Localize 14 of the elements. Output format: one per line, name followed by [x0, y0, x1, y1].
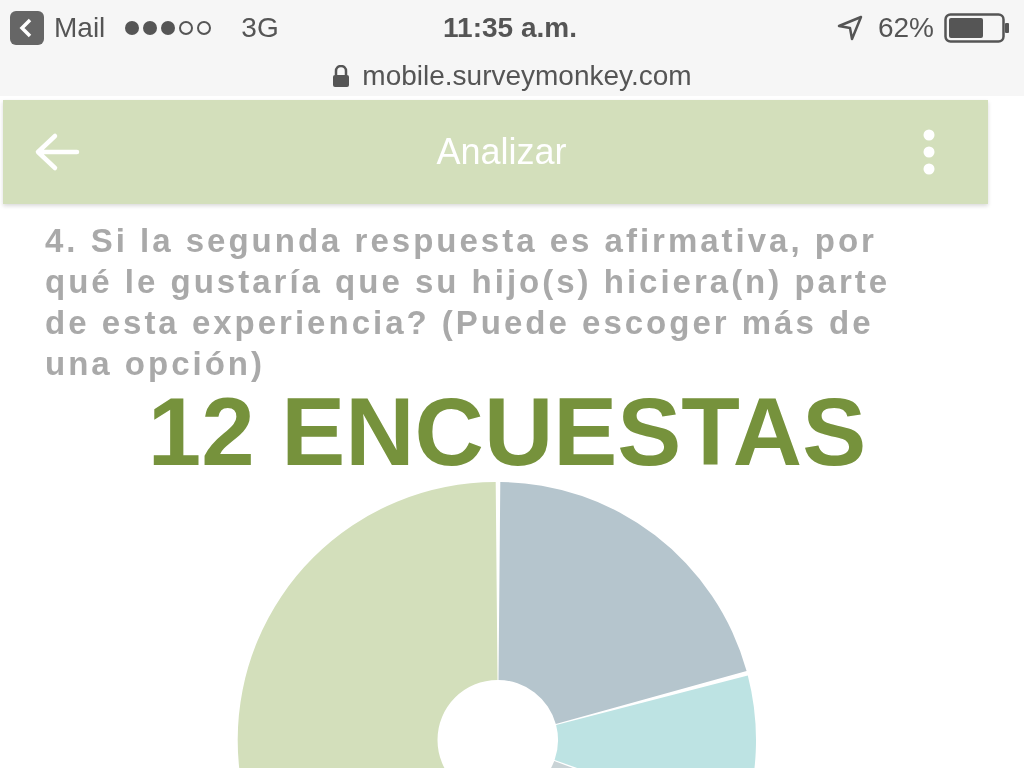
menu-icon[interactable] — [922, 129, 936, 175]
app-bar-title: Analizar — [436, 131, 567, 173]
location-arrow-icon — [835, 14, 864, 42]
slide-title: 12 ENCUESTAS — [147, 386, 867, 478]
back-arrow-icon[interactable] — [33, 132, 81, 172]
lock-icon — [332, 65, 351, 87]
network-label: 3G — [241, 12, 279, 44]
address-url[interactable]: mobile.surveymonkey.com — [362, 60, 692, 92]
back-icon[interactable] — [10, 11, 44, 45]
back-app-label[interactable]: Mail — [54, 12, 106, 44]
question-text: 4. Si la segunda respuesta es afirmativa, por qué le gustaría que su hijo(s) hiciera(n) parte de esta experiencia? (Puede escoger más de una opción) — [45, 221, 892, 384]
battery-icon — [944, 13, 1010, 43]
clock-time: 11:35 a.m. — [443, 12, 577, 44]
battery-percent: 62% — [877, 12, 934, 44]
